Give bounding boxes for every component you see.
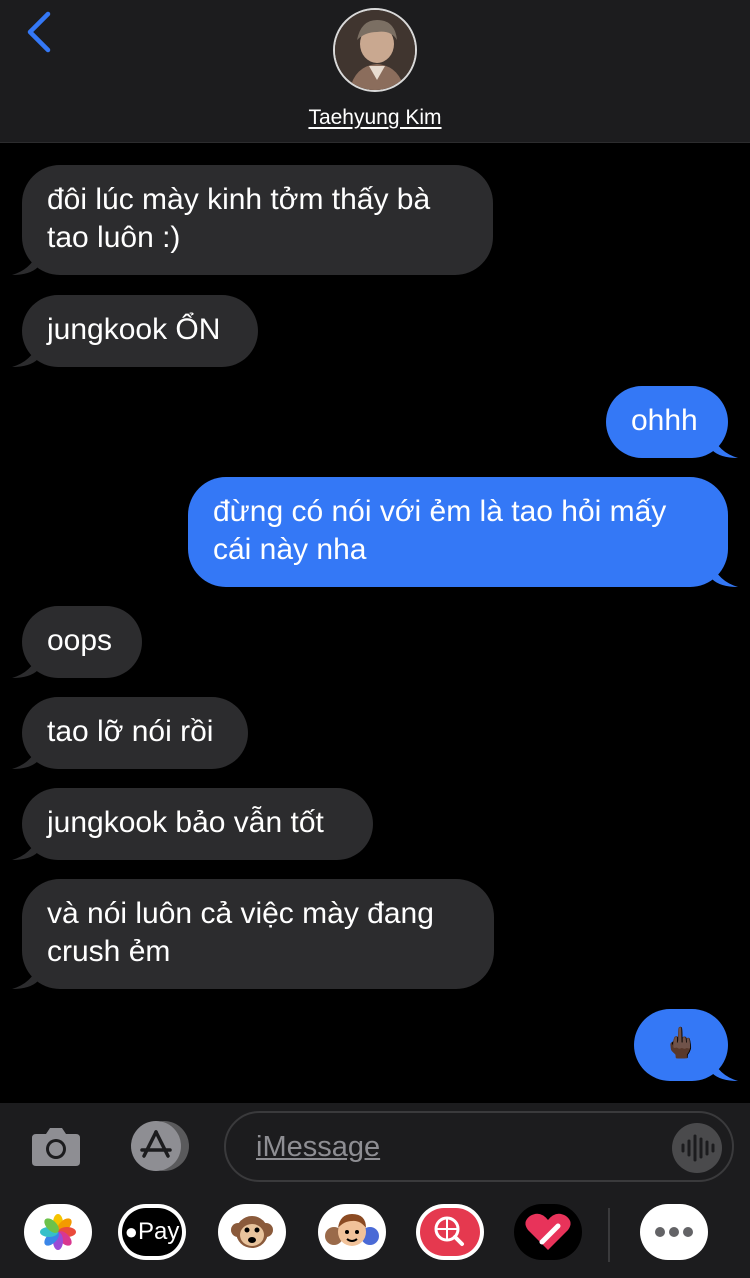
- monkey-memoji-icon: [231, 1216, 273, 1248]
- web-images-button[interactable]: [416, 1204, 484, 1260]
- apple-logo-icon: ●: [124, 1219, 138, 1244]
- memoji-stickers-button[interactable]: [318, 1204, 386, 1260]
- message-bubble-received[interactable]: đôi lúc mày kinh tởm thấy bà tao luôn :): [12, 165, 493, 275]
- message-text: ohhh: [631, 404, 698, 437]
- memoji-stickers-icon: [325, 1214, 379, 1246]
- app-drawer: ●Pay: [0, 1204, 750, 1264]
- imessage-field[interactable]: [224, 1111, 734, 1182]
- message-bubble-sent[interactable]: 🖕🏿: [634, 1009, 738, 1081]
- message-text: và nói luôn cả việc mày đang crush ẻm: [47, 897, 434, 968]
- message-text: đôi lúc mày kinh tởm thấy bà tao luôn :): [47, 183, 431, 254]
- bubble-tail: [12, 654, 38, 678]
- apple-pay-label: Pay: [137, 1218, 180, 1245]
- bubble-tail: [12, 965, 38, 989]
- message-bubble-received[interactable]: tao lỡ nói rồi: [12, 697, 248, 769]
- waveform-icon: [681, 1134, 715, 1162]
- back-chevron-icon[interactable]: [22, 10, 62, 54]
- web-images-icon: [420, 1208, 480, 1256]
- audio-message-button[interactable]: [672, 1123, 722, 1173]
- message-input[interactable]: [256, 1127, 656, 1167]
- message-text: jungkook ỔN: [47, 313, 221, 346]
- message-bubble-received[interactable]: oops: [12, 606, 142, 678]
- apple-pay-button[interactable]: ●Pay: [118, 1204, 186, 1260]
- photos-icon: [40, 1214, 76, 1250]
- bubble-tail: [12, 836, 38, 860]
- conversation-header: Taehyung Kim: [0, 0, 750, 143]
- app-store-icon[interactable]: [126, 1120, 192, 1172]
- message-bubble-sent[interactable]: đừng có nói với ẻm là tao hỏi mấy cái nà…: [188, 477, 738, 587]
- message-bubble-received[interactable]: và nói luôn cả việc mày đang crush ẻm: [12, 879, 494, 989]
- more-icon: [655, 1227, 693, 1237]
- message-bubble-sent[interactable]: ohhh: [606, 386, 738, 458]
- message-bubble-received[interactable]: jungkook ỔN: [12, 295, 258, 367]
- bubble-tail: [12, 745, 38, 769]
- digital-touch-button[interactable]: [514, 1204, 582, 1260]
- digital-touch-icon: [525, 1213, 571, 1250]
- contact-avatar[interactable]: [333, 8, 417, 92]
- contact-name[interactable]: Taehyung Kim: [0, 106, 750, 130]
- animoji-button[interactable]: [218, 1204, 286, 1260]
- bubble-tail: [12, 343, 38, 367]
- app-drawer-divider: [608, 1208, 610, 1262]
- message-text: jungkook bảo vẫn tốt: [47, 806, 324, 839]
- camera-icon[interactable]: [30, 1120, 82, 1172]
- photos-app-button[interactable]: [24, 1204, 92, 1260]
- more-apps-button[interactable]: [640, 1204, 708, 1260]
- bubble-tail: [712, 1057, 738, 1081]
- bubble-tail: [712, 563, 738, 587]
- message-emoji: 🖕🏿: [662, 1027, 700, 1060]
- message-text: tao lỡ nói rồi: [47, 715, 214, 748]
- bubble-tail: [12, 251, 38, 275]
- message-bubble-received[interactable]: jungkook bảo vẫn tốt: [12, 788, 373, 860]
- message-text: oops: [47, 624, 113, 657]
- bubble-tail: [712, 434, 738, 458]
- message-text: đừng có nói với ẻm là tao hỏi mấy cái nà…: [213, 495, 667, 566]
